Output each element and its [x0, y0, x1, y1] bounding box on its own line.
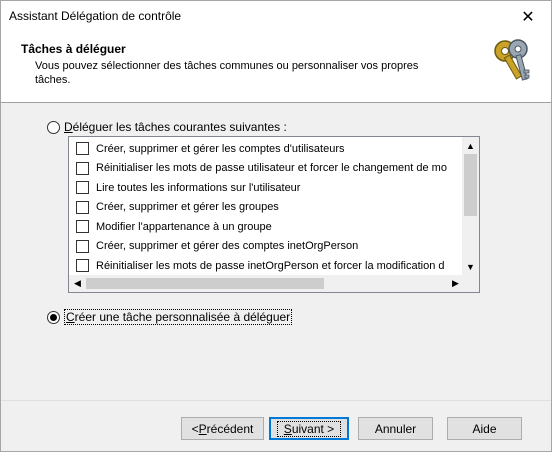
task-checkbox[interactable]: [76, 181, 89, 195]
radio-unselected[interactable]: [47, 120, 60, 134]
task-checkbox[interactable]: [76, 142, 89, 156]
wizard-header: Tâches à déléguer Vous pouvez sélectionn…: [1, 32, 551, 103]
horizontal-scroll-thumb[interactable]: [86, 278, 324, 289]
dialog-window: Assistant Délégation de contrôle ✕ Tâche…: [0, 0, 552, 452]
wizard-body: Déléguer les tâches courantes suivantes …: [1, 104, 551, 400]
task-label: Créer, supprimer et gérer les comptes d'…: [96, 142, 345, 155]
scroll-down-icon[interactable]: ▼: [462, 258, 479, 275]
next-button[interactable]: Suivant >: [269, 417, 349, 440]
page-title: Tâches à déléguer: [21, 42, 126, 56]
button-bar: < Précédent Suivant > Annuler Aide: [1, 400, 551, 451]
task-list-item[interactable]: Créer, supprimer et gérer les groupes: [69, 198, 461, 218]
task-list-item[interactable]: Réinitialiser les mots de passe utilisat…: [69, 159, 461, 179]
window-title: Assistant Délégation de contrôle: [9, 9, 182, 23]
help-button[interactable]: Aide: [447, 417, 522, 440]
create-custom-task-radio[interactable]: Créer une tâche personnalisée à déléguer: [47, 309, 293, 325]
task-label: Créer, supprimer et gérer les groupes: [96, 201, 279, 214]
task-checkbox[interactable]: [76, 259, 89, 273]
delegate-common-tasks-radio[interactable]: Déléguer les tâches courantes suivantes …: [47, 120, 287, 134]
task-list-item[interactable]: Réinitialiser les mots de passe inetOrgP…: [69, 256, 461, 275]
task-checkbox[interactable]: [76, 239, 89, 253]
create-custom-task-label: Créer une tâche personnalisée à déléguer: [64, 309, 293, 325]
vertical-scroll-thumb[interactable]: [464, 154, 477, 216]
task-checkbox[interactable]: [76, 161, 89, 175]
scrollbar-corner: [462, 275, 479, 292]
task-label: Créer, supprimer et gérer des comptes in…: [96, 240, 359, 253]
task-list[interactable]: Créer, supprimer et gérer les comptes d'…: [68, 136, 480, 293]
title-bar: Assistant Délégation de contrôle ✕: [1, 1, 551, 32]
delegate-common-tasks-label: Déléguer les tâches courantes suivantes …: [64, 120, 287, 134]
keys-icon: [494, 39, 530, 81]
task-list-item[interactable]: Lire toutes les informations sur l'utili…: [69, 178, 461, 198]
task-list-item[interactable]: Créer, supprimer et gérer les comptes d'…: [69, 139, 461, 159]
task-label: Réinitialiser les mots de passe inetOrgP…: [96, 259, 445, 272]
horizontal-scrollbar[interactable]: ◀ ▶: [69, 275, 464, 292]
page-description: Vous pouvez sélectionner des tâches comm…: [35, 60, 419, 86]
back-button[interactable]: < Précédent: [181, 417, 264, 440]
cancel-button[interactable]: Annuler: [358, 417, 433, 440]
task-label: Modifier l'appartenance à un groupe: [96, 220, 272, 233]
task-checkbox[interactable]: [76, 220, 89, 234]
scroll-up-icon[interactable]: ▲: [462, 137, 479, 154]
task-checkbox[interactable]: [76, 200, 89, 214]
task-list-item[interactable]: Modifier l'appartenance à un groupe: [69, 217, 461, 237]
close-icon[interactable]: ✕: [505, 1, 551, 32]
task-label: Réinitialiser les mots de passe utilisat…: [96, 162, 447, 175]
task-label: Lire toutes les informations sur l'utili…: [96, 181, 301, 194]
vertical-scrollbar[interactable]: ▲ ▼: [462, 137, 479, 275]
radio-selected[interactable]: [47, 310, 60, 324]
task-list-item[interactable]: Créer, supprimer et gérer des comptes in…: [69, 237, 461, 257]
scroll-left-icon[interactable]: ◀: [69, 275, 86, 292]
task-items: Créer, supprimer et gérer les comptes d'…: [69, 139, 461, 275]
